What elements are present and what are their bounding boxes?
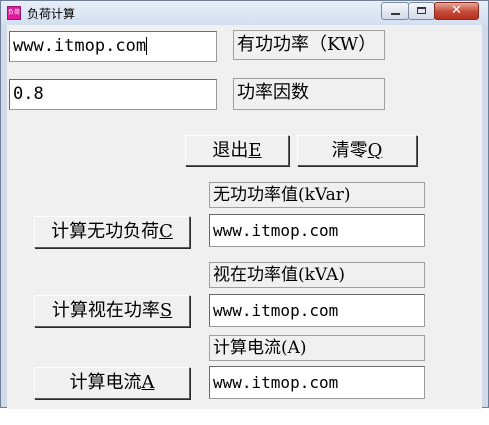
calc-current-shortcut: A xyxy=(141,372,155,393)
reactive-power-output[interactable]: www.itmop.com xyxy=(209,214,425,247)
app-icon[interactable]: 负荷 xyxy=(7,6,21,20)
maximize-icon xyxy=(417,7,426,14)
current-label: 计算电流(A) xyxy=(209,335,425,361)
calc-reactive-shortcut: C xyxy=(159,221,173,242)
active-power-input[interactable]: www.itmop.com xyxy=(9,31,217,62)
exit-button[interactable]: 退出E xyxy=(185,135,289,166)
clear-button-label: 清零 xyxy=(331,140,368,161)
close-button[interactable]: ✕ xyxy=(434,2,479,20)
apparent-power-label: 视在功率值(kVA) xyxy=(209,262,425,288)
minimize-button[interactable] xyxy=(381,2,409,20)
apparent-power-output[interactable]: www.itmop.com xyxy=(209,294,425,327)
exit-button-shortcut: E xyxy=(248,140,262,161)
text-cursor xyxy=(146,37,148,55)
close-icon: ✕ xyxy=(451,3,462,18)
title-bar[interactable]: 负荷 负荷计算 ✕ xyxy=(1,1,488,25)
main-window: 负荷 负荷计算 ✕ www.itmop.com 有功功率（KW） 0.8 功率因… xyxy=(0,0,489,409)
clear-button[interactable]: 清零Q xyxy=(297,135,417,166)
current-output[interactable]: www.itmop.com xyxy=(209,366,425,399)
exit-button-label: 退出 xyxy=(212,140,249,161)
calc-reactive-label: 计算无功负荷 xyxy=(51,221,160,242)
reactive-power-label: 无功功率值(kVar) xyxy=(209,182,425,208)
calc-current-label: 计算电流 xyxy=(69,372,142,393)
minimize-icon xyxy=(391,13,400,15)
calc-apparent-button[interactable]: 计算视在功率S xyxy=(34,295,190,327)
power-factor-label: 功率因数 xyxy=(233,78,385,110)
clear-button-shortcut: Q xyxy=(367,140,383,161)
active-power-value: www.itmop.com xyxy=(13,36,147,56)
calc-current-button[interactable]: 计算电流A xyxy=(34,367,190,399)
client-area: www.itmop.com 有功功率（KW） 0.8 功率因数 退出E 清零Q … xyxy=(7,25,482,409)
calc-apparent-shortcut: S xyxy=(159,300,173,321)
calc-reactive-button[interactable]: 计算无功负荷C xyxy=(34,216,190,248)
active-power-label: 有功功率（KW） xyxy=(233,30,385,60)
calc-apparent-label: 计算视在功率 xyxy=(51,300,160,321)
power-factor-input[interactable]: 0.8 xyxy=(9,79,217,110)
window-title: 负荷计算 xyxy=(27,7,76,21)
maximize-button[interactable] xyxy=(408,2,435,20)
app-icon-text: 负荷 xyxy=(8,9,21,16)
